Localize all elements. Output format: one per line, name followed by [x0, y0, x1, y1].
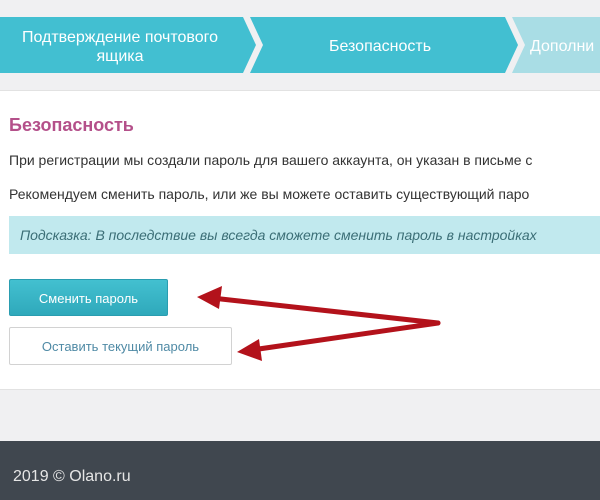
step-2-label[interactable]: Безопасность — [260, 37, 500, 56]
arrow-head-change — [197, 286, 222, 309]
footer-copyright: 2019 © Olano.ru — [13, 468, 131, 485]
wizard-steps: Подтверждение почтового ящика Безопаснос… — [0, 0, 600, 90]
page: Подтверждение почтового ящика Безопаснос… — [0, 0, 600, 500]
arrow-to-keep-button — [249, 320, 441, 353]
arrow-to-change-button — [209, 295, 441, 326]
step-3-label[interactable]: Дополни — [530, 37, 600, 56]
step-1-label[interactable]: Подтверждение почтового ящика — [0, 28, 240, 66]
annotation-arrows — [197, 286, 441, 361]
footer: 2019 © Olano.ru — [0, 441, 600, 500]
arrow-head-keep — [237, 339, 262, 361]
